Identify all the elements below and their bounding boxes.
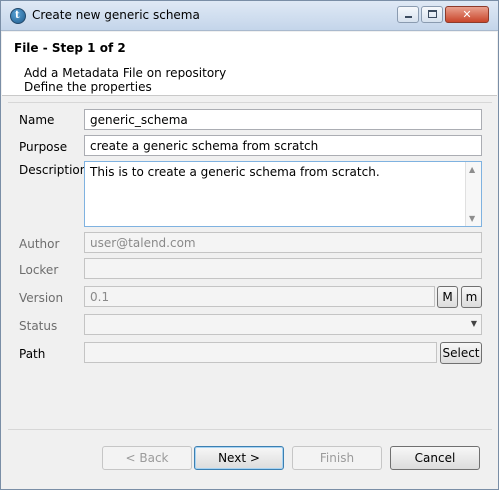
name-label: Name: [19, 113, 55, 127]
cancel-button[interactable]: Cancel: [390, 446, 480, 470]
path-select-button[interactable]: Select: [440, 342, 482, 364]
description-textarea[interactable]: This is to create a generic schema from …: [84, 161, 482, 227]
author-input: user@talend.com: [84, 232, 482, 253]
scroll-up-icon[interactable]: ▲: [469, 165, 475, 174]
step-description-line-2: Define the properties: [24, 80, 152, 94]
author-label: Author: [19, 237, 60, 251]
description-label: Description: [19, 163, 88, 177]
name-input[interactable]: generic_schema: [84, 109, 482, 130]
next-button[interactable]: Next >: [194, 446, 284, 470]
version-major-button[interactable]: M: [437, 286, 458, 308]
description-scrollbar[interactable]: ▲ ▼: [465, 162, 481, 226]
maximize-icon: [428, 10, 437, 18]
purpose-input[interactable]: create a generic schema from scratch: [84, 135, 482, 156]
close-button[interactable]: ✕: [445, 6, 489, 23]
purpose-label: Purpose: [19, 140, 68, 154]
close-icon: ✕: [462, 8, 472, 21]
version-label: Version: [19, 291, 64, 305]
locker-input: [84, 258, 482, 279]
version-minor-button[interactable]: m: [461, 286, 482, 308]
title-bar[interactable]: t Create new generic schema ✕: [1, 1, 498, 31]
wizard-header: File - Step 1 of 2 Add a Metadata File o…: [2, 32, 497, 96]
dialog-window: t Create new generic schema ✕ File - Ste…: [0, 0, 499, 490]
finish-button[interactable]: Finish: [292, 446, 382, 470]
talend-app-icon: t: [10, 8, 26, 24]
path-label: Path: [19, 347, 46, 361]
maximize-button[interactable]: [421, 6, 443, 23]
path-input: [84, 342, 437, 363]
locker-label: Locker: [19, 263, 59, 277]
scroll-down-icon[interactable]: ▼: [469, 214, 475, 223]
status-label: Status: [19, 319, 58, 333]
window-title: Create new generic schema: [32, 8, 200, 22]
status-select[interactable]: ▼: [84, 314, 482, 335]
step-description-line-1: Add a Metadata File on repository: [24, 66, 227, 80]
back-button[interactable]: < Back: [102, 446, 192, 470]
minimize-icon: [405, 16, 412, 18]
step-title: File - Step 1 of 2: [14, 41, 126, 55]
description-text: This is to create a generic schema from …: [90, 165, 380, 179]
chevron-down-icon[interactable]: ▼: [471, 319, 477, 328]
minimize-button[interactable]: [397, 6, 419, 23]
version-input: 0.1: [84, 286, 435, 307]
